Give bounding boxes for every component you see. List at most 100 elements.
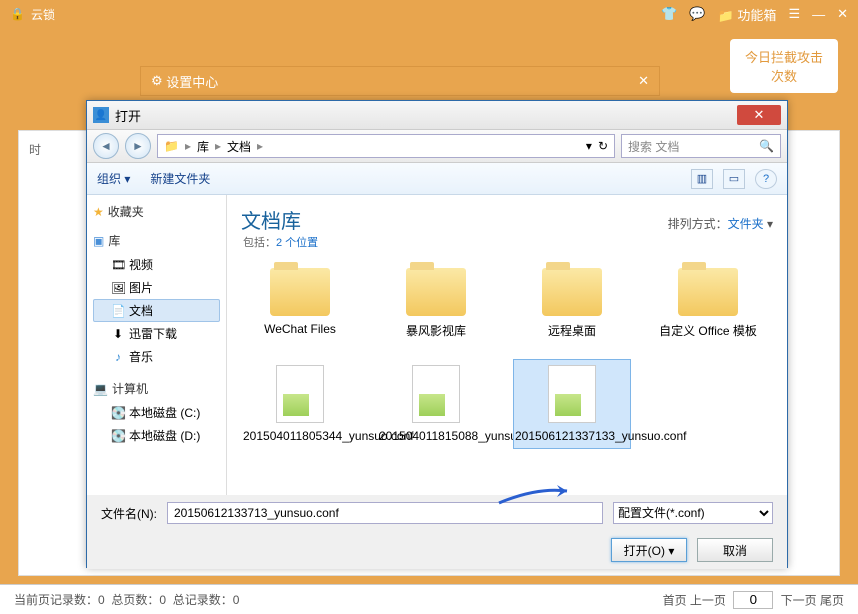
chevron-down-icon[interactable]: ▾ — [586, 139, 592, 153]
download-icon: ⬇ — [111, 327, 125, 341]
settings-dialog: ⚙ 设置中心 ✕ — [140, 66, 660, 96]
status-current-records: 当前页记录数：0 — [14, 591, 105, 608]
disk-icon: 💽 — [111, 429, 125, 443]
breadcrumb[interactable]: 📁▸ 库▸ 文档▸ ▾ ↻ — [157, 134, 615, 158]
preview-button[interactable]: ▭ — [723, 169, 745, 189]
nav-bar: ◄ ► 📁▸ 库▸ 文档▸ ▾ ↻ 搜索 文档 🔍 — [87, 129, 787, 163]
open-dialog: 👤 打开 ✕ ◄ ► 📁▸ 库▸ 文档▸ ▾ ↻ 搜索 文档 🔍 组织 ▾ 新建… — [86, 100, 788, 568]
folder-icon: 📁 — [164, 139, 179, 153]
status-total-pages: 总页数：0 — [111, 591, 166, 608]
computer-icon: 💻 — [93, 382, 108, 396]
refresh-icon[interactable]: ↻ — [598, 139, 608, 153]
app-title: 云锁 — [31, 6, 55, 23]
filename-row: 文件名(N): 配置文件(*.conf) — [87, 495, 787, 531]
tree-videos[interactable]: 🎞视频 — [93, 253, 220, 276]
shirt-icon[interactable]: 👕 — [661, 6, 677, 22]
item-label: WeChat Files — [243, 322, 357, 336]
picture-icon: 🖼 — [111, 281, 125, 295]
file-item[interactable]: 201504011805344_yunsuo.conf — [241, 359, 359, 449]
tree-libraries[interactable]: ▣库 — [93, 232, 220, 249]
close-button[interactable]: ✕ — [837, 6, 848, 22]
folder-icon — [542, 268, 602, 316]
pagination: 首页 上一页 下一页 尾页 — [663, 591, 844, 609]
item-label: 远程桌面 — [515, 322, 629, 339]
item-label: 自定义 Office 模板 — [651, 322, 765, 339]
folder-item[interactable]: 远程桌面 — [513, 262, 631, 345]
back-button[interactable]: ◄ — [93, 133, 119, 159]
nav-prev[interactable]: 上一页 — [690, 593, 726, 607]
library-subtitle: 包括：2 个位置 — [243, 234, 318, 250]
help-button[interactable]: ? — [755, 169, 777, 189]
nav-first[interactable]: 首页 — [663, 593, 687, 607]
lock-icon: 🔒 — [10, 7, 25, 21]
disk-icon: 💽 — [111, 406, 125, 420]
open-dialog-close-button[interactable]: ✕ — [737, 105, 781, 125]
organize-button[interactable]: 组织 ▾ — [97, 170, 130, 187]
item-label: 201506121337133_yunsuo.conf — [515, 429, 629, 443]
item-label: 201504011815088_yunsuo.conf — [379, 429, 493, 443]
item-label: 暴风影视库 — [379, 322, 493, 339]
open-dialog-title: 打开 — [115, 106, 141, 125]
page-input[interactable] — [733, 591, 773, 609]
filetype-select[interactable]: 配置文件(*.conf) — [613, 502, 773, 524]
folder-item[interactable]: 暴风影视库 — [377, 262, 495, 345]
video-icon: 🎞 — [111, 258, 125, 272]
nav-next[interactable]: 下一页 — [781, 593, 817, 607]
search-input[interactable]: 搜索 文档 🔍 — [621, 134, 781, 158]
file-pane: 文档库 包括：2 个位置 排列方式：文件夹 ▾ WeChat Files 暴风影视… — [227, 195, 787, 495]
folder-item[interactable]: WeChat Files — [241, 262, 359, 345]
settings-title: 设置中心 — [166, 72, 218, 91]
file-item[interactable]: 201506121337133_yunsuo.conf — [513, 359, 631, 449]
document-icon: 📄 — [111, 304, 125, 318]
status-bar: 当前页记录数：0 总页数：0 总记录数：0 首页 上一页 下一页 尾页 — [0, 584, 858, 614]
tree-favorites[interactable]: ★收藏夹 — [93, 203, 220, 220]
breadcrumb-root[interactable]: 库 — [197, 138, 209, 155]
toolbox-button[interactable]: 📁 功能箱 — [718, 5, 777, 24]
filename-label: 文件名(N): — [101, 505, 157, 522]
nav-tree: ★收藏夹 ▣库 🎞视频 🖼图片 📄文档 ⬇迅雷下载 ♪音乐 💻计算机 💽本地磁盘… — [87, 195, 227, 495]
tree-pictures[interactable]: 🖼图片 — [93, 276, 220, 299]
star-icon: ★ — [93, 205, 104, 219]
music-icon: ♪ — [111, 350, 125, 364]
tree-disk-c[interactable]: 💽本地磁盘 (C:) — [93, 401, 220, 424]
tree-disk-d[interactable]: 💽本地磁盘 (D:) — [93, 424, 220, 447]
new-folder-button[interactable]: 新建文件夹 — [150, 170, 210, 187]
library-title: 文档库 — [241, 205, 318, 234]
search-placeholder: 搜索 文档 — [628, 138, 679, 155]
person-icon: 👤 — [93, 107, 109, 123]
settings-close-button[interactable]: ✕ — [638, 73, 649, 89]
filename-input[interactable] — [167, 502, 603, 524]
cancel-button[interactable]: 取消 — [697, 538, 773, 562]
folder-item[interactable]: 自定义 Office 模板 — [649, 262, 767, 345]
tree-documents[interactable]: 📄文档 — [93, 299, 220, 322]
file-icon — [412, 365, 460, 423]
tree-music[interactable]: ♪音乐 — [93, 345, 220, 368]
file-item[interactable]: 201504011815088_yunsuo.conf — [377, 359, 495, 449]
file-icon — [548, 365, 596, 423]
breadcrumb-sub[interactable]: 文档 — [227, 138, 251, 155]
gear-icon: ⚙ — [151, 73, 163, 89]
open-dialog-titlebar: 👤 打开 ✕ — [87, 101, 787, 129]
tree-xunlei[interactable]: ⬇迅雷下载 — [93, 322, 220, 345]
view-button[interactable]: ▥ — [691, 169, 713, 189]
arrange-by[interactable]: 排列方式：文件夹 ▾ — [668, 215, 773, 232]
tree-computer[interactable]: 💻计算机 — [93, 380, 220, 397]
chat-icon[interactable]: 💬 — [689, 6, 705, 22]
today-intercept-box: 今日拦截攻击次数 — [730, 39, 838, 93]
forward-button[interactable]: ► — [125, 133, 151, 159]
menu-icon[interactable]: ☰ — [788, 6, 800, 22]
status-total-records: 总记录数：0 — [173, 591, 240, 608]
nav-last[interactable]: 尾页 — [820, 593, 844, 607]
item-label: 201504011805344_yunsuo.conf — [243, 429, 357, 443]
library-icon: ▣ — [93, 234, 104, 248]
folder-icon — [270, 268, 330, 316]
app-titlebar: 🔒 云锁 👕 💬 📁 功能箱 ☰ — ✕ — [0, 0, 858, 28]
locations-link[interactable]: 2 个位置 — [276, 237, 318, 249]
toolbar: 组织 ▾ 新建文件夹 ▥ ▭ ? — [87, 163, 787, 195]
search-icon: 🔍 — [759, 139, 774, 153]
open-button[interactable]: 打开(O) ▾ — [611, 538, 687, 562]
file-icon — [276, 365, 324, 423]
folder-icon — [406, 268, 466, 316]
button-row: 打开(O) ▾ 取消 — [87, 531, 787, 569]
minimize-button[interactable]: — — [812, 7, 825, 22]
